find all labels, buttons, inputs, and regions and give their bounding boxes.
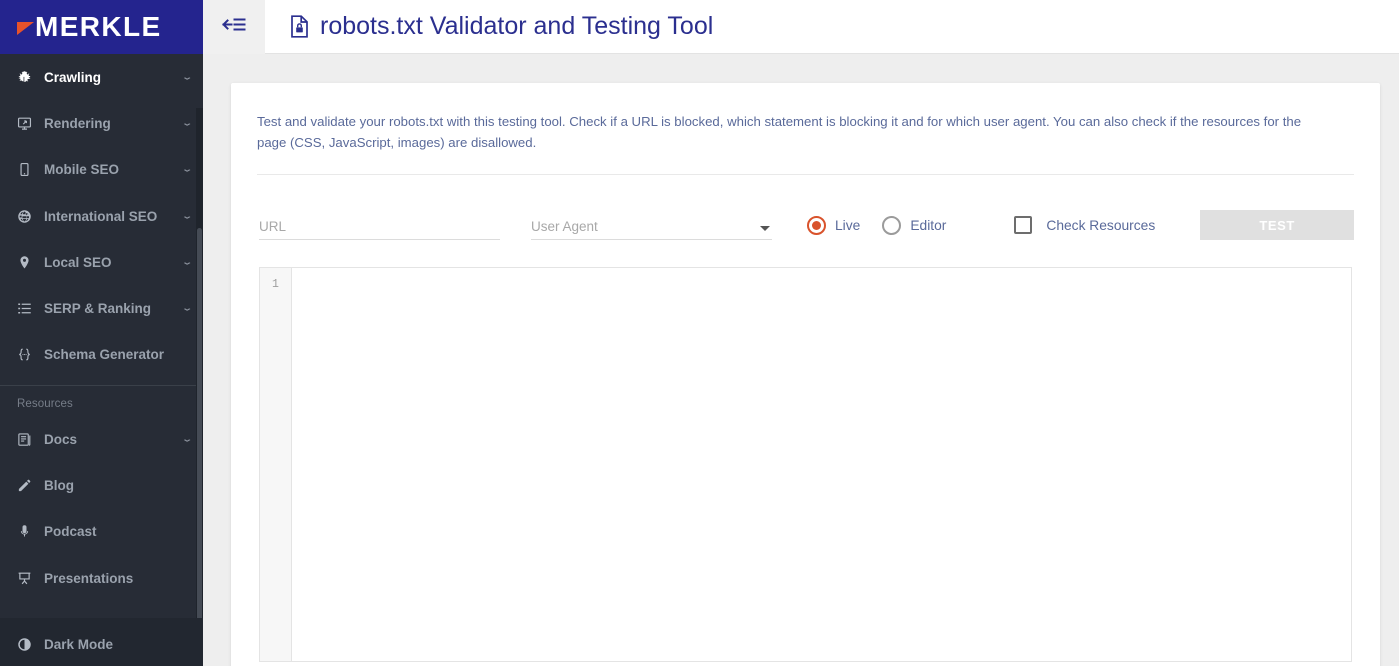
sidebar-nav: Crawling ⌄ Rendering ⌄ Mobile SEO ⌄ Inte…	[0, 54, 203, 666]
presentation-icon	[17, 571, 39, 586]
sidebar-item-label: Local SEO	[44, 254, 112, 270]
sidebar-item-dark-mode[interactable]: Dark Mode	[0, 622, 203, 666]
sidebar-item-rendering[interactable]: Rendering ⌄	[0, 100, 203, 146]
main-content: Test and validate your robots.txt with t…	[203, 54, 1399, 666]
tool-description: Test and validate your robots.txt with t…	[257, 114, 1302, 151]
page-title-wrap: robots.txt Validator and Testing Tool	[265, 0, 713, 54]
sidebar-item-mobile-seo[interactable]: Mobile SEO ⌄	[0, 147, 203, 193]
chevron-down-icon: ⌄	[181, 165, 193, 174]
monitor-icon	[17, 116, 39, 131]
chevron-down-icon: ⌄	[181, 73, 193, 82]
radio-live[interactable]: Live	[807, 215, 861, 235]
chevron-down-icon: ⌄	[181, 435, 193, 444]
topbar: robots.txt Validator and Testing Tool	[203, 0, 1399, 54]
check-resources-checkbox[interactable]: Check Resources	[1014, 216, 1156, 235]
sidebar-section-label: Resources	[17, 398, 73, 411]
pencil-icon	[17, 478, 39, 493]
sidebar-item-label: Mobile SEO	[44, 162, 120, 178]
sidebar-item-label: International SEO	[44, 208, 158, 224]
collapse-menu-icon	[222, 15, 246, 39]
chevron-down-icon: ⌄	[181, 304, 193, 313]
sidebar-item-label: Crawling	[44, 69, 102, 85]
url-input[interactable]	[259, 219, 500, 240]
radio-live-label: Live	[835, 217, 861, 233]
bug-icon	[17, 70, 39, 85]
check-resources-label: Check Resources	[1046, 217, 1156, 233]
sidebar-item-label: Presentations	[44, 570, 134, 586]
sidebar: MERKLE Crawling ⌄ Rendering ⌄ Mobile SEO…	[0, 0, 203, 666]
radio-editor-indicator	[882, 215, 902, 235]
sidebar-item-blog[interactable]: Blog	[0, 462, 203, 508]
brand-logo[interactable]: MERKLE	[0, 0, 203, 54]
sidebar-item-local-seo[interactable]: Local SEO ⌄	[0, 239, 203, 285]
sidebar-item-label: Podcast	[44, 524, 97, 540]
chevron-down-icon[interactable]	[760, 226, 770, 232]
sidebar-item-label: Docs	[44, 431, 78, 447]
book-icon	[17, 432, 39, 447]
mode-radio-group: Live Editor	[807, 215, 968, 235]
tool-card: Test and validate your robots.txt with t…	[231, 83, 1380, 666]
page-title: robots.txt Validator and Testing Tool	[320, 12, 714, 40]
microphone-icon	[17, 524, 39, 539]
sidebar-item-international-seo[interactable]: International SEO ⌄	[0, 193, 203, 239]
sidebar-item-label: SERP & Ranking	[44, 301, 152, 317]
merkle-triangle-icon	[17, 22, 34, 35]
user-agent-field[interactable]	[531, 210, 772, 241]
sidebar-item-label: Schema Generator	[44, 347, 165, 363]
app-root: MERKLE Crawling ⌄ Rendering ⌄ Mobile SEO…	[0, 0, 1399, 666]
robots-txt-editor[interactable]: 1	[259, 266, 1352, 662]
test-button[interactable]: TEST	[1200, 210, 1355, 241]
chevron-down-icon: ⌄	[181, 211, 193, 221]
sidebar-item-label: Dark Mode	[44, 636, 114, 652]
list-icon	[17, 301, 39, 316]
radio-editor-label: Editor	[910, 217, 947, 233]
sidebar-item-crawling[interactable]: Crawling ⌄	[0, 54, 203, 100]
mobile-icon	[17, 162, 39, 177]
sidebar-item-podcast[interactable]: Podcast	[0, 509, 203, 555]
brand-name: MERKLE	[35, 11, 162, 42]
globe-icon	[17, 209, 39, 224]
chevron-down-icon: ⌄	[181, 258, 193, 267]
user-agent-input[interactable]	[531, 219, 772, 240]
editor-textarea[interactable]	[292, 268, 1351, 661]
collapse-menu-button[interactable]	[203, 0, 265, 54]
url-field[interactable]	[259, 210, 500, 241]
radio-live-indicator	[807, 215, 826, 235]
editor-gutter: 1	[260, 267, 292, 661]
document-lock-icon	[290, 15, 309, 38]
dark-mode-row: Dark Mode	[0, 618, 203, 666]
radio-editor[interactable]: Editor	[882, 215, 947, 235]
sidebar-item-presentations[interactable]: Presentations	[0, 555, 203, 601]
sidebar-item-serp-ranking[interactable]: SERP & Ranking ⌄	[0, 285, 203, 331]
controls-row: Live Editor Check Resources TEST	[231, 175, 1380, 249]
sidebar-item-label: Rendering	[44, 115, 111, 131]
sidebar-item-label: Blog	[44, 478, 74, 494]
editor-line-number: 1	[272, 277, 279, 291]
contrast-icon	[17, 637, 39, 652]
braces-icon	[17, 347, 39, 362]
sidebar-item-docs[interactable]: Docs ⌄	[0, 416, 203, 462]
map-pin-icon	[17, 255, 39, 270]
chevron-down-icon: ⌄	[181, 119, 193, 128]
sidebar-item-schema-generator[interactable]: Schema Generator	[0, 332, 203, 378]
checkbox-indicator	[1014, 216, 1033, 235]
